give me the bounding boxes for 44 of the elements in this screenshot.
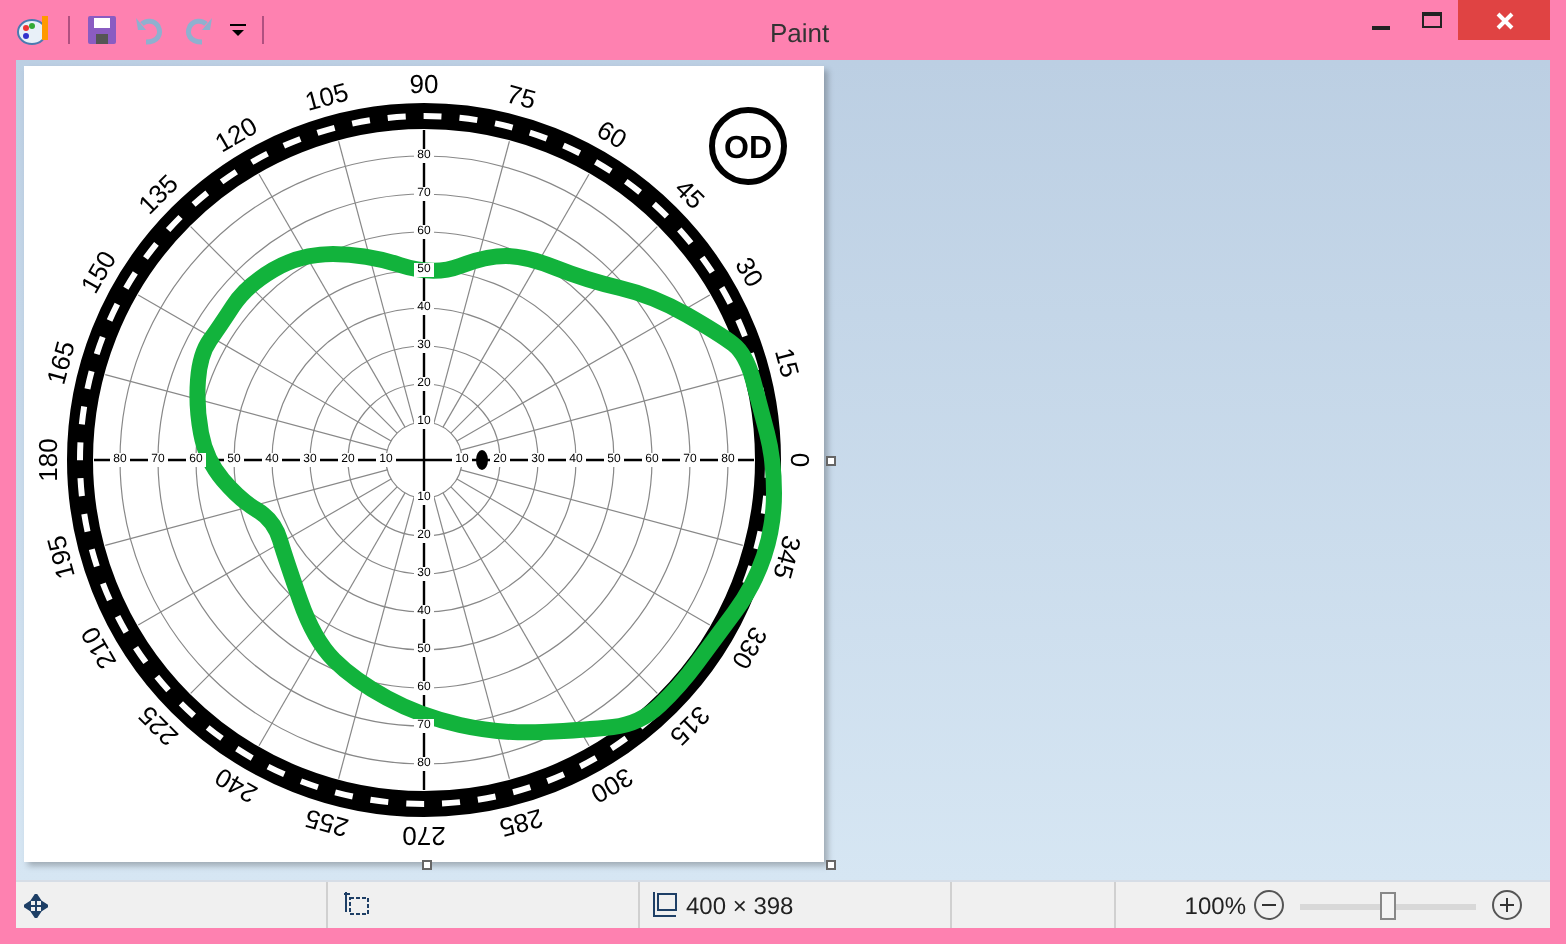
angle-label: 45 [669, 173, 711, 215]
zoom-level-text: 100% [1184, 889, 1246, 923]
save-icon[interactable] [86, 14, 118, 46]
zoom-slider-track[interactable] [1300, 891, 1476, 919]
customize-dropdown-icon[interactable] [230, 22, 246, 38]
resize-handle[interactable] [422, 860, 432, 870]
angle-label: 270 [402, 821, 446, 851]
angle-label: 165 [40, 337, 81, 388]
angle-label: 135 [132, 168, 185, 221]
angle-label: 120 [209, 110, 263, 159]
blind-spot-mark [476, 450, 488, 470]
angle-label: 105 [301, 76, 352, 117]
angle-label: 150 [74, 245, 123, 299]
close-button[interactable] [1458, 0, 1550, 40]
angle-label: 225 [132, 699, 185, 752]
image-size-icon [652, 892, 678, 918]
image-size-text: 400 × 398 [686, 889, 794, 923]
angle-label: 30 [729, 251, 770, 293]
angle-label: 300 [585, 761, 639, 810]
resize-handle[interactable] [826, 456, 836, 466]
resize-handle[interactable] [826, 860, 836, 870]
palette-icon[interactable] [16, 14, 52, 46]
angle-label: 180 [33, 438, 63, 482]
angle-label: 195 [40, 532, 81, 583]
zoom-out-button[interactable] [1254, 890, 1284, 920]
zoom-in-button[interactable] [1492, 890, 1522, 920]
angle-label: 285 [496, 803, 547, 844]
angle-label: 345 [767, 532, 808, 583]
angle-label: 210 [74, 621, 123, 675]
close-icon [1495, 11, 1513, 29]
angle-label: 330 [725, 621, 774, 675]
od-badge: OD [709, 107, 787, 185]
angle-label: 60 [591, 114, 633, 155]
window-title: Paint [770, 16, 830, 52]
angle-label: 255 [301, 803, 352, 844]
angle-label: 75 [503, 78, 540, 116]
angle-label: 315 [663, 699, 716, 752]
angle-label: 240 [209, 761, 263, 810]
move-cursor-icon [24, 893, 48, 917]
angle-label: 15 [768, 344, 806, 381]
selection-size-icon [344, 892, 370, 918]
angle-label: 90 [409, 69, 439, 99]
angle-label: 0 [785, 452, 815, 468]
zoom-slider-thumb[interactable] [1380, 891, 1396, 919]
